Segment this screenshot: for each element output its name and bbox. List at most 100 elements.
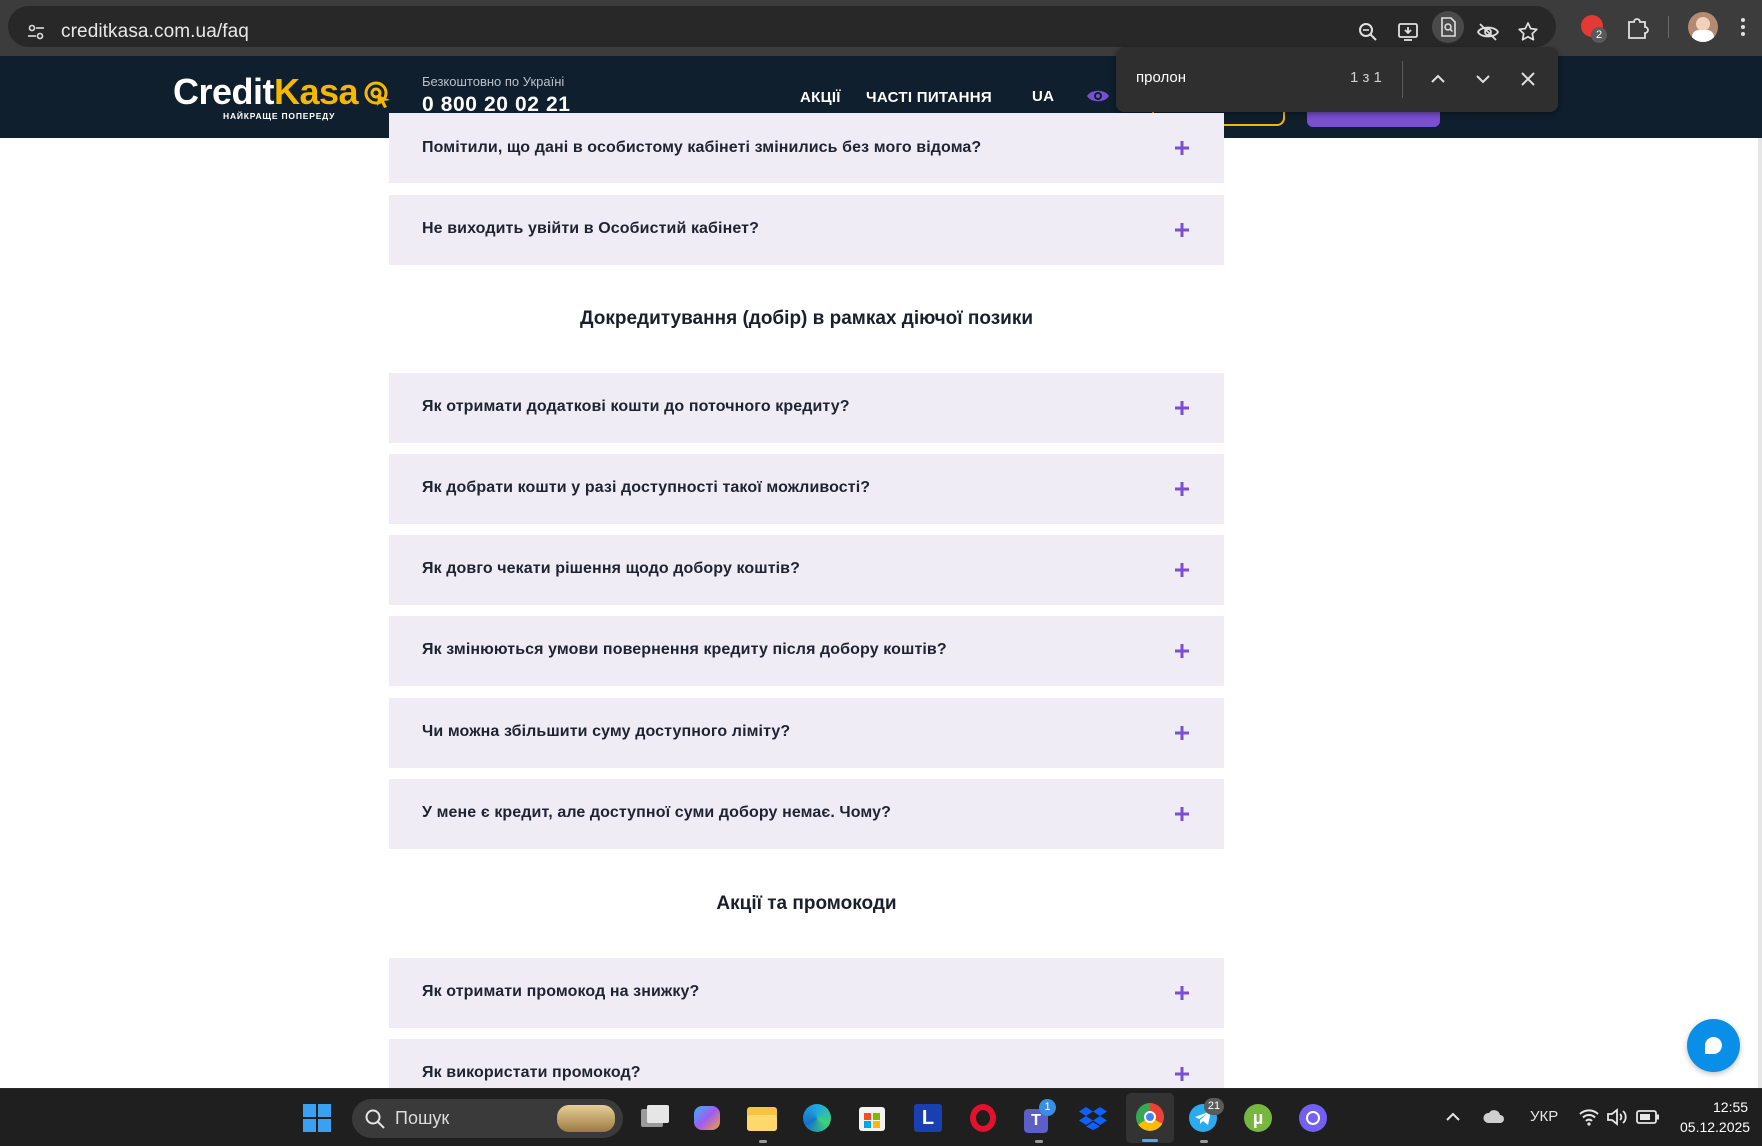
find-previous-chevron-up-icon[interactable] bbox=[1426, 67, 1450, 91]
extension-badge: 2 bbox=[1591, 27, 1607, 43]
windows-taskbar: Пошук L T 1 21 µ УКР 12:55 05.12.2025 bbox=[0, 1088, 1762, 1146]
app-l-icon[interactable]: L bbox=[911, 1101, 945, 1135]
profile-avatar[interactable] bbox=[1688, 12, 1718, 42]
find-divider bbox=[1402, 61, 1403, 98]
eye-off-icon[interactable] bbox=[1476, 20, 1500, 44]
dropbox-icon[interactable] bbox=[1076, 1101, 1110, 1135]
language-switch[interactable]: UA bbox=[1032, 88, 1054, 105]
extensions-puzzle-icon[interactable] bbox=[1622, 12, 1652, 42]
battery-icon[interactable] bbox=[1636, 1108, 1660, 1126]
section-title-promo: Акції та промокоди bbox=[716, 893, 897, 914]
copilot-icon[interactable] bbox=[690, 1101, 724, 1135]
chrome-active-tile[interactable] bbox=[1126, 1093, 1174, 1143]
bookmark-star-icon[interactable] bbox=[1516, 20, 1540, 44]
find-input[interactable]: пролон bbox=[1136, 69, 1186, 86]
clock-time[interactable]: 12:55 bbox=[1713, 1099, 1748, 1115]
taskbar-search[interactable]: Пошук bbox=[352, 1099, 623, 1138]
extension-adblock-icon[interactable]: 2 bbox=[1578, 12, 1608, 43]
teams-icon[interactable]: T 1 bbox=[1021, 1099, 1056, 1135]
find-next-chevron-down-icon[interactable] bbox=[1471, 67, 1495, 91]
expand-plus-icon[interactable] bbox=[1173, 221, 1191, 239]
site-info-icon[interactable] bbox=[26, 22, 46, 42]
search-highlight-image bbox=[557, 1105, 615, 1132]
dropbox-glyph bbox=[1079, 1107, 1107, 1130]
expand-plus-icon[interactable] bbox=[1173, 480, 1191, 498]
logo-wordmark: CreditKasa bbox=[173, 71, 359, 112]
logo-tagline: НАЙКРАЩЕ ПОПЕРЕДУ bbox=[223, 111, 336, 121]
expand-plus-icon[interactable] bbox=[1173, 984, 1191, 1002]
tray-chevron-up-icon[interactable] bbox=[1444, 1108, 1462, 1126]
faq-question: Як змінюються умови повернення кредиту п… bbox=[422, 641, 947, 658]
volume-icon[interactable] bbox=[1606, 1107, 1628, 1127]
onedrive-cloud-icon[interactable] bbox=[1482, 1107, 1506, 1127]
find-in-page-indicator[interactable] bbox=[1432, 11, 1464, 43]
logo[interactable]: CreditKasa НАЙКРАЩЕ ПОПЕРЕДУ bbox=[173, 71, 390, 121]
free-call-label: Безкоштовно по Україні bbox=[422, 74, 565, 89]
faq-item[interactable]: Як використати промокод? bbox=[389, 1039, 1224, 1088]
edge-icon[interactable] bbox=[800, 1101, 834, 1135]
teams-badge: 1 bbox=[1039, 1099, 1056, 1116]
find-page-icon bbox=[1441, 17, 1456, 37]
running-indicator bbox=[1035, 1140, 1043, 1143]
faq-item[interactable]: Чи можна збільшити суму доступного ліміт… bbox=[389, 698, 1224, 768]
opera-icon[interactable] bbox=[966, 1101, 1000, 1135]
address-bar[interactable]: creditkasa.com.ua/faq bbox=[8, 6, 1556, 47]
url-text[interactable]: creditkasa.com.ua/faq bbox=[61, 21, 249, 43]
faq-question: Не виходить увійти в Особистий кабінет? bbox=[422, 220, 759, 237]
expand-plus-icon[interactable] bbox=[1173, 724, 1191, 742]
telegram-badge: 21 bbox=[1204, 1098, 1224, 1115]
faq-item[interactable]: У мене є кредит, але доступної суми добо… bbox=[389, 779, 1224, 849]
zoom-icon[interactable] bbox=[1356, 20, 1380, 44]
expand-plus-icon[interactable] bbox=[1173, 139, 1191, 157]
faq-question: Як отримати промокод на знижку? bbox=[422, 983, 700, 1000]
install-app-icon[interactable] bbox=[1396, 20, 1420, 44]
find-match-count: 1 з 1 bbox=[1350, 69, 1382, 86]
nav-faq[interactable]: ЧАСТІ ПИТАННЯ bbox=[866, 89, 992, 106]
toolbar-divider bbox=[1668, 16, 1669, 38]
faq-question: Як довго чекати рішення щодо добору кошт… bbox=[422, 560, 800, 577]
expand-plus-icon[interactable] bbox=[1173, 399, 1191, 417]
running-indicator bbox=[1200, 1140, 1208, 1143]
get-credit-button[interactable] bbox=[1307, 112, 1440, 127]
faq-question: Помітили, що дані в особистому кабінеті … bbox=[422, 139, 982, 156]
faq-item[interactable]: Помітили, що дані в особистому кабінеті … bbox=[389, 113, 1224, 183]
nav-promo[interactable]: АКЦІЇ bbox=[800, 89, 841, 106]
accessibility-eye-icon[interactable] bbox=[1086, 86, 1110, 106]
faq-question: Чи можна збільшити суму доступного ліміт… bbox=[422, 723, 791, 740]
faq-item[interactable]: Як добрати кошти у разі доступності тако… bbox=[389, 454, 1224, 524]
expand-plus-icon[interactable] bbox=[1173, 642, 1191, 660]
task-view-icon[interactable] bbox=[637, 1101, 671, 1135]
section-title-topup: Докредитування (добір) в рамках діючої п… bbox=[579, 308, 1034, 329]
menu-kebab-icon[interactable] bbox=[1728, 12, 1758, 42]
file-explorer-icon[interactable] bbox=[745, 1101, 779, 1135]
running-indicator bbox=[759, 1140, 767, 1143]
chat-bubble-icon bbox=[1705, 1037, 1722, 1054]
chat-widget-button[interactable] bbox=[1687, 1019, 1740, 1072]
faq-item[interactable]: Не виходить увійти в Особистий кабінет? bbox=[389, 195, 1224, 265]
faq-question: Як використати промокод? bbox=[422, 1064, 641, 1081]
telegram-icon[interactable]: 21 bbox=[1186, 1098, 1224, 1135]
search-placeholder: Пошук bbox=[395, 1108, 450, 1128]
store-icon[interactable] bbox=[855, 1101, 889, 1135]
faq-question: Як отримати додаткові кошти до поточного… bbox=[422, 398, 850, 415]
faq-item[interactable]: Як отримати додаткові кошти до поточного… bbox=[389, 373, 1224, 443]
wifi-icon[interactable] bbox=[1578, 1107, 1600, 1127]
expand-plus-icon[interactable] bbox=[1173, 805, 1191, 823]
faq-item[interactable]: Як змінюються умови повернення кредиту п… bbox=[389, 616, 1224, 686]
viber-icon[interactable] bbox=[1296, 1101, 1330, 1135]
faq-question: Як добрати кошти у разі доступності тако… bbox=[422, 479, 871, 496]
search-icon bbox=[365, 1109, 385, 1129]
faq-question: У мене є кредит, але доступної суми добо… bbox=[422, 804, 892, 821]
page-scrollbar[interactable] bbox=[1758, 138, 1762, 1088]
expand-plus-icon[interactable] bbox=[1173, 1065, 1191, 1083]
input-language[interactable]: УКР bbox=[1530, 1108, 1558, 1125]
windows-start-icon[interactable] bbox=[300, 1101, 334, 1135]
faq-item[interactable]: Як довго чекати рішення щодо добору кошт… bbox=[389, 535, 1224, 605]
expand-plus-icon[interactable] bbox=[1173, 561, 1191, 579]
utorrent-icon[interactable]: µ bbox=[1241, 1101, 1275, 1135]
find-close-icon[interactable] bbox=[1516, 67, 1540, 91]
logo-target-icon bbox=[364, 81, 390, 108]
clock-date[interactable]: 05.12.2025 bbox=[1680, 1119, 1750, 1135]
find-bar: пролон 1 з 1 bbox=[1116, 47, 1558, 112]
faq-item[interactable]: Як отримати промокод на знижку? bbox=[389, 958, 1224, 1028]
